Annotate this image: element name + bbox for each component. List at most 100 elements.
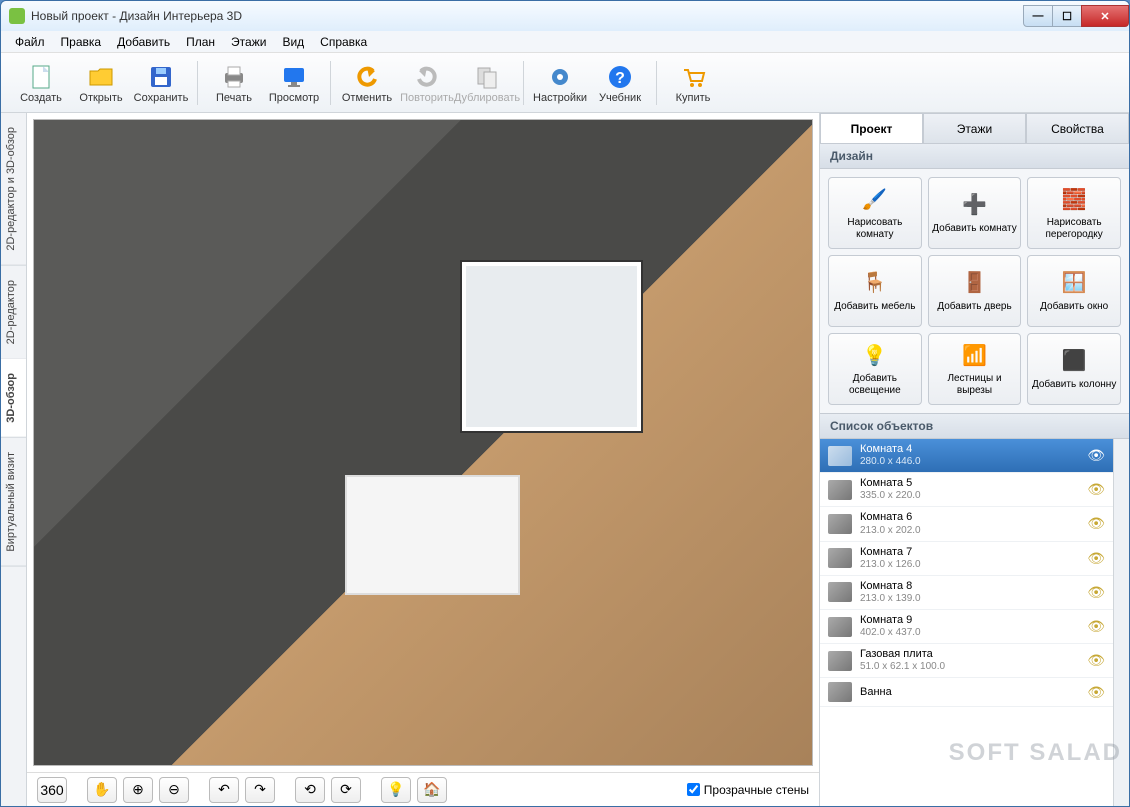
viewport: 360 ✋⊕⊖ ↶↷ ⟲⟳ 💡🏠 Прозрачные стены xyxy=(27,113,819,806)
menu-План[interactable]: План xyxy=(180,33,221,51)
menu-Правка[interactable]: Правка xyxy=(55,33,108,51)
tool-icon: ⬛ xyxy=(1060,348,1088,376)
object-icon xyxy=(828,548,852,568)
tool-icon: 🪟 xyxy=(1060,270,1088,298)
toolbar-redo-button: Повторить xyxy=(397,60,457,106)
toolbar-file-button[interactable]: Создать xyxy=(11,60,71,106)
monitor-icon xyxy=(278,62,310,92)
object-icon xyxy=(828,514,852,534)
design-section-header: Дизайн xyxy=(820,143,1129,169)
view-control-button[interactable]: ↷ xyxy=(245,777,275,803)
visibility-icon[interactable]: 👁 xyxy=(1087,584,1105,601)
view-tab[interactable]: 2D-редактор и 3D-обзор xyxy=(1,113,26,266)
tool-icon: 🖌️ xyxy=(861,186,889,214)
file-icon xyxy=(25,62,57,92)
menu-Добавить[interactable]: Добавить xyxy=(111,33,176,51)
object-list-item[interactable]: Комната 5335.0 x 220.0👁 xyxy=(820,473,1113,507)
view-control-button[interactable]: 💡 xyxy=(381,777,411,803)
maximize-button[interactable]: ☐ xyxy=(1052,5,1082,27)
object-icon xyxy=(828,582,852,602)
right-panel-tabs: ПроектЭтажиСвойства xyxy=(820,113,1129,143)
menubar: ФайлПравкаДобавитьПланЭтажиВидСправка xyxy=(1,31,1129,53)
view-control-button[interactable]: 🏠 xyxy=(417,777,447,803)
object-list-item[interactable]: Комната 6213.0 x 202.0👁 xyxy=(820,507,1113,541)
menu-Справка[interactable]: Справка xyxy=(314,33,373,51)
visibility-icon[interactable]: 👁 xyxy=(1087,447,1105,464)
panel-tab[interactable]: Проект xyxy=(820,113,923,143)
transparent-walls-toggle[interactable]: Прозрачные стены xyxy=(687,783,809,797)
visibility-icon[interactable]: 👁 xyxy=(1087,652,1105,669)
toolbar-cart-button[interactable]: Купить xyxy=(663,60,723,106)
transparent-walls-checkbox[interactable] xyxy=(687,783,700,796)
visibility-icon[interactable]: 👁 xyxy=(1087,684,1105,701)
object-list: Комната 4280.0 x 446.0👁Комната 5335.0 x … xyxy=(820,439,1113,806)
menu-Файл[interactable]: Файл xyxy=(9,33,51,51)
view-control-button[interactable]: ↶ xyxy=(209,777,239,803)
view-toolbar: 360 ✋⊕⊖ ↶↷ ⟲⟳ 💡🏠 Прозрачные стены xyxy=(27,772,819,806)
object-icon xyxy=(828,651,852,671)
view-control-button[interactable]: ⟳ xyxy=(331,777,361,803)
tool-icon: 🧱 xyxy=(1060,186,1088,214)
tool-icon: ➕ xyxy=(960,192,988,220)
gear-icon xyxy=(544,62,576,92)
object-list-item[interactable]: Комната 8213.0 x 139.0👁 xyxy=(820,576,1113,610)
panel-tab[interactable]: Свойства xyxy=(1026,113,1129,143)
main-toolbar: СоздатьОткрытьСохранить ПечатьПросмотр Отм… xyxy=(1,53,1129,113)
toolbar-monitor-button[interactable]: Просмотр xyxy=(264,60,324,106)
minimize-button[interactable]: — xyxy=(1023,5,1053,27)
design-tool-button[interactable]: 🪟Добавить окно xyxy=(1027,255,1121,327)
object-list-item[interactable]: Ванна👁 xyxy=(820,678,1113,707)
design-tool-button[interactable]: ➕Добавить комнату xyxy=(928,177,1022,249)
object-icon xyxy=(828,682,852,702)
design-tool-button[interactable]: ⬛Добавить колонну xyxy=(1027,333,1121,405)
3d-canvas[interactable] xyxy=(33,119,813,766)
visibility-icon[interactable]: 👁 xyxy=(1087,550,1105,567)
view-control-button[interactable]: ⊖ xyxy=(159,777,189,803)
view-tab[interactable]: Виртуальный визит xyxy=(1,438,26,567)
design-tool-button[interactable]: 🖌️Нарисовать комнату xyxy=(828,177,922,249)
view-control-button[interactable]: ✋ xyxy=(87,777,117,803)
object-list-header: Список объектов xyxy=(820,413,1129,439)
object-icon xyxy=(828,617,852,637)
app-window: Новый проект - Дизайн Интерьера 3D — ☐ ✕… xyxy=(0,0,1130,807)
design-tool-button[interactable]: 🧱Нарисовать перегородку xyxy=(1027,177,1121,249)
view-tab[interactable]: 3D-обзор xyxy=(1,359,26,438)
svg-text:?: ? xyxy=(615,70,625,87)
tool-icon: 📶 xyxy=(960,342,988,370)
menu-Вид[interactable]: Вид xyxy=(276,33,310,51)
visibility-icon[interactable]: 👁 xyxy=(1087,618,1105,635)
view-control-button[interactable]: 360 xyxy=(37,777,67,803)
toolbar-print-button[interactable]: Печать xyxy=(204,60,264,106)
object-list-item[interactable]: Комната 4280.0 x 446.0👁 xyxy=(820,439,1113,473)
toolbar-help-button[interactable]: ?Учебник xyxy=(590,60,650,106)
print-icon xyxy=(218,62,250,92)
design-tool-button[interactable]: 📶Лестницы и вырезы xyxy=(928,333,1022,405)
close-button[interactable]: ✕ xyxy=(1081,5,1129,27)
save-icon xyxy=(145,62,177,92)
toolbar-undo-button[interactable]: Отменить xyxy=(337,60,397,106)
window-title: Новый проект - Дизайн Интерьера 3D xyxy=(31,9,1024,23)
scrollbar[interactable] xyxy=(1113,439,1129,806)
view-control-button[interactable]: ⊕ xyxy=(123,777,153,803)
view-tab[interactable]: 2D-редактор xyxy=(1,266,26,359)
design-tool-button[interactable]: 🪑Добавить мебель xyxy=(828,255,922,327)
cart-icon xyxy=(677,62,709,92)
undo-icon xyxy=(351,62,383,92)
object-list-item[interactable]: Комната 7213.0 x 126.0👁 xyxy=(820,542,1113,576)
object-list-item[interactable]: Комната 9402.0 x 437.0👁 xyxy=(820,610,1113,644)
tool-icon: 💡 xyxy=(861,342,889,370)
toolbar-save-button[interactable]: Сохранить xyxy=(131,60,191,106)
view-tabs: 2D-редактор и 3D-обзор2D-редактор3D-обзо… xyxy=(1,113,27,806)
object-icon xyxy=(828,446,852,466)
toolbar-folder-button[interactable]: Открыть xyxy=(71,60,131,106)
toolbar-gear-button[interactable]: Настройки xyxy=(530,60,590,106)
design-tool-button[interactable]: 🚪Добавить дверь xyxy=(928,255,1022,327)
design-tool-button[interactable]: 💡Добавить освещение xyxy=(828,333,922,405)
object-list-item[interactable]: Газовая плита51.0 x 62.1 x 100.0👁 xyxy=(820,644,1113,678)
visibility-icon[interactable]: 👁 xyxy=(1087,515,1105,532)
view-control-button[interactable]: ⟲ xyxy=(295,777,325,803)
visibility-icon[interactable]: 👁 xyxy=(1087,481,1105,498)
help-icon: ? xyxy=(604,62,636,92)
panel-tab[interactable]: Этажи xyxy=(923,113,1026,143)
menu-Этажи[interactable]: Этажи xyxy=(225,33,272,51)
